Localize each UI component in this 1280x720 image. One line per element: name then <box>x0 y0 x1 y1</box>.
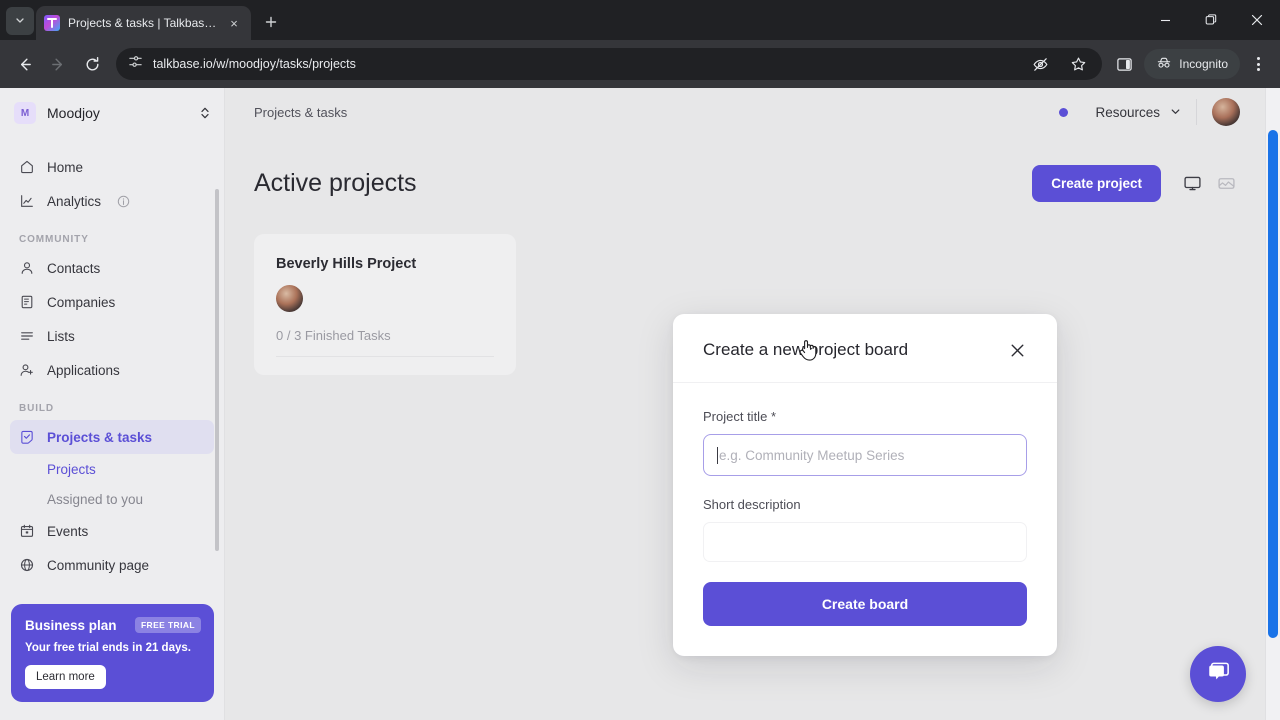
sidebar-label: Home <box>47 159 84 175</box>
sidebar-label: Companies <box>47 294 116 310</box>
sidebar-item-companies[interactable]: Companies <box>10 285 214 319</box>
sidebar-section-build: BUILD <box>19 403 55 414</box>
check-square-icon <box>19 429 35 445</box>
sidebar-label: Contacts <box>47 260 101 276</box>
project-title-placeholder: e.g. Community Meetup Series <box>719 447 905 463</box>
address-bar[interactable]: talkbase.io/w/moodjoy/tasks/projects <box>116 48 1103 80</box>
info-icon[interactable] <box>117 195 130 208</box>
create-board-modal: Create a new project board Project title… <box>673 314 1057 656</box>
sidebar-item-analytics[interactable]: Analytics <box>10 184 214 218</box>
sidebar-label: Community page <box>47 557 150 573</box>
short-description-label: Short description <box>703 497 1027 512</box>
three-dots-icon[interactable] <box>1244 50 1272 78</box>
modal-overlay: Create a new project board Project title… <box>225 88 1272 720</box>
learn-more-button[interactable]: Learn more <box>25 665 106 689</box>
window-controls <box>1142 0 1280 40</box>
sidebar-item-lists[interactable]: Lists <box>10 319 214 353</box>
page-viewport: M Moodjoy Home Analytics COMMUNITY Conta… <box>0 88 1280 720</box>
window-minimize-button[interactable] <box>1142 0 1188 40</box>
short-description-input[interactable] <box>703 522 1027 562</box>
star-icon[interactable] <box>1064 50 1092 78</box>
app-sidebar: M Moodjoy Home Analytics COMMUNITY Conta… <box>0 88 225 720</box>
chevron-updown-icon <box>200 106 210 120</box>
project-title-label: Project title * <box>703 409 1027 424</box>
globe-icon <box>19 557 35 573</box>
sidebar-item-assigned-to-you[interactable]: Assigned to you <box>10 484 214 514</box>
sidebar-item-applications[interactable]: Applications <box>10 353 214 387</box>
plan-title: Business plan <box>25 617 117 633</box>
free-trial-badge: FREE TRIAL <box>134 617 201 633</box>
incognito-label: Incognito <box>1179 57 1228 71</box>
sidebar-nav: Home Analytics COMMUNITY Contacts Compan… <box>0 137 224 582</box>
calendar-icon <box>19 523 35 539</box>
plan-upgrade-card: Business plan FREE TRIAL Your free trial… <box>11 604 214 702</box>
close-icon[interactable] <box>1007 340 1027 360</box>
page-scrollbar-thumb[interactable] <box>1268 130 1278 638</box>
tab-search-button[interactable] <box>6 7 34 35</box>
new-tab-button[interactable] <box>257 8 285 36</box>
plan-subtitle: Your free trial ends in 21 days. <box>25 642 191 654</box>
required-marker: * <box>770 409 776 424</box>
field-label-text: Short description <box>703 497 801 512</box>
sidebar-label: Applications <box>47 362 120 378</box>
chevron-down-icon <box>15 15 25 28</box>
sidebar-item-home[interactable]: Home <box>10 150 214 184</box>
sidebar-label: Analytics <box>47 193 102 209</box>
browser-window: Projects & tasks | Talkbase.io × talkbas… <box>0 0 1280 720</box>
sidebar-section-community: COMMUNITY <box>19 234 89 245</box>
sidebar-item-community-page[interactable]: Community page <box>10 548 214 582</box>
forward-button[interactable] <box>42 48 74 80</box>
browser-toolbar: talkbase.io/w/moodjoy/tasks/projects Inc… <box>0 40 1280 88</box>
page-scrollbar-track[interactable] <box>1265 88 1280 720</box>
tab-strip: Projects & tasks | Talkbase.io × <box>0 0 1280 40</box>
browser-tab[interactable]: Projects & tasks | Talkbase.io × <box>36 6 251 40</box>
sidebar-item-events[interactable]: Events <box>10 514 214 548</box>
project-title-input[interactable]: e.g. Community Meetup Series <box>703 434 1027 476</box>
sidebar-item-projects[interactable]: Projects <box>10 454 214 484</box>
tune-icon[interactable] <box>128 54 143 74</box>
chart-line-icon <box>19 193 35 209</box>
sidebar-scrollbar[interactable] <box>215 189 219 551</box>
modal-title: Create a new project board <box>703 340 909 359</box>
window-maximize-button[interactable] <box>1188 0 1234 40</box>
building-icon <box>19 294 35 310</box>
home-icon <box>19 159 35 175</box>
side-panel-icon[interactable] <box>1110 50 1138 78</box>
incognito-icon <box>1156 55 1172 74</box>
url-text: talkbase.io/w/moodjoy/tasks/projects <box>153 57 356 71</box>
sidebar-item-projects-tasks[interactable]: Projects & tasks <box>10 420 214 454</box>
person-plus-icon <box>19 362 35 378</box>
chat-widget-button[interactable] <box>1190 646 1246 702</box>
list-icon <box>19 328 35 344</box>
eye-off-icon[interactable] <box>1026 50 1054 78</box>
sidebar-label: Events <box>47 523 89 539</box>
chat-bubble-icon <box>1205 658 1232 690</box>
workspace-name: Moodjoy <box>47 105 100 121</box>
back-button[interactable] <box>8 48 40 80</box>
tab-title: Projects & tasks | Talkbase.io <box>68 16 217 30</box>
tab-close-button[interactable]: × <box>225 14 243 32</box>
main-content: Projects & tasks Resources Active projec <box>225 88 1272 720</box>
workspace-switcher[interactable]: M Moodjoy <box>0 89 224 137</box>
talkbase-favicon <box>44 15 60 31</box>
incognito-indicator[interactable]: Incognito <box>1144 49 1240 79</box>
field-label-text: Project title <box>703 409 768 424</box>
window-close-button[interactable] <box>1234 0 1280 40</box>
workspace-avatar: M <box>14 102 36 124</box>
reload-button[interactable] <box>76 48 108 80</box>
create-board-button[interactable]: Create board <box>703 582 1027 626</box>
sidebar-label: Projects & tasks <box>47 429 153 445</box>
text-caret <box>717 446 718 464</box>
sidebar-item-contacts[interactable]: Contacts <box>10 251 214 285</box>
sidebar-label: Lists <box>47 328 75 344</box>
person-icon <box>19 260 35 276</box>
